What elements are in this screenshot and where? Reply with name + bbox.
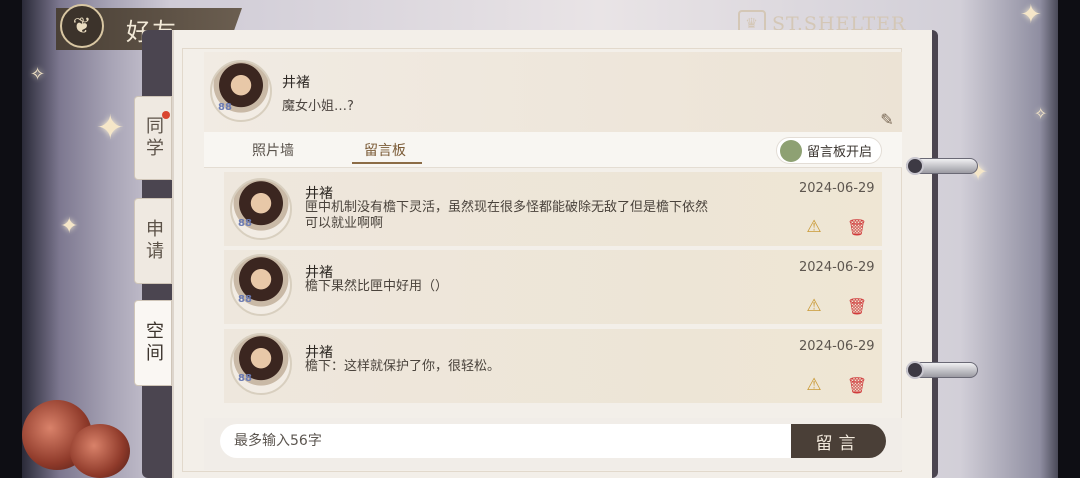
side-tab-label: 同学	[143, 116, 164, 160]
side-tab-label: 申请	[143, 219, 164, 263]
star-decoration-icon: ✧	[30, 64, 46, 85]
message-text: 檐下果然比匣中好用（）	[305, 279, 449, 294]
profile-signature: 魔女小姐…?	[282, 99, 354, 114]
side-tab-label: 空间	[143, 321, 164, 365]
star-decoration-icon: ✦	[1020, 0, 1042, 30]
right-vignette	[1058, 0, 1080, 478]
message-text: 匣中机制没有檐下灵活，虽然现在很多怪都能破除无敌了但是檐下依然可以就业啊啊	[305, 200, 709, 231]
avatar-level-badge: 88	[238, 218, 252, 229]
star-decoration-icon: ✧	[1034, 104, 1048, 123]
message-avatar[interactable]	[230, 254, 292, 316]
message-avatar[interactable]	[230, 333, 292, 395]
delete-trash-icon[interactable]: 🗑	[847, 217, 867, 237]
notification-dot	[162, 111, 170, 119]
left-vignette	[0, 0, 22, 478]
star-decoration-icon: ✦	[96, 108, 125, 148]
message-date: 2024-06-29	[799, 260, 875, 275]
message-input[interactable]	[220, 424, 792, 458]
edit-icon[interactable]: ✎	[878, 110, 896, 129]
profile-name: 井褚	[282, 75, 310, 91]
report-warning-icon[interactable]: ⚠	[804, 217, 824, 237]
message-board-toggle[interactable]: 留言板开启	[776, 137, 882, 164]
side-tab-classmates[interactable]: 同学	[134, 96, 172, 180]
post-message-button[interactable]: 留言	[791, 424, 886, 458]
report-warning-icon[interactable]: ⚠	[804, 296, 824, 316]
message-date: 2024-06-29	[799, 181, 875, 196]
rose-decoration	[70, 424, 130, 478]
report-warning-icon[interactable]: ⚠	[804, 375, 824, 395]
avatar-level-badge: 88	[218, 102, 232, 113]
toggle-knob	[780, 139, 802, 162]
butterfly-icon: ❦	[60, 4, 104, 48]
tab-message-board[interactable]: 留言板	[364, 140, 406, 160]
delete-trash-icon[interactable]: 🗑	[847, 296, 867, 316]
binder-ring-hole	[906, 361, 924, 379]
delete-trash-icon[interactable]: 🗑	[847, 375, 867, 395]
side-tab-space[interactable]: 空间	[134, 300, 172, 386]
avatar-level-badge: 88	[238, 294, 252, 305]
message-avatar[interactable]	[230, 178, 292, 240]
active-tab-indicator	[352, 162, 422, 164]
message-text: 檐下：这样就保护了你，很轻松。	[305, 359, 501, 374]
message-date: 2024-06-29	[799, 339, 875, 354]
profile-header	[204, 52, 902, 132]
side-tab-requests[interactable]: 申请	[134, 198, 172, 284]
binder-ring-hole	[906, 157, 924, 175]
tab-photo-wall[interactable]: 照片墙	[252, 140, 294, 160]
avatar-level-badge: 88	[238, 373, 252, 384]
star-decoration-icon: ✦	[60, 214, 79, 239]
toggle-label: 留言板开启	[807, 145, 873, 160]
